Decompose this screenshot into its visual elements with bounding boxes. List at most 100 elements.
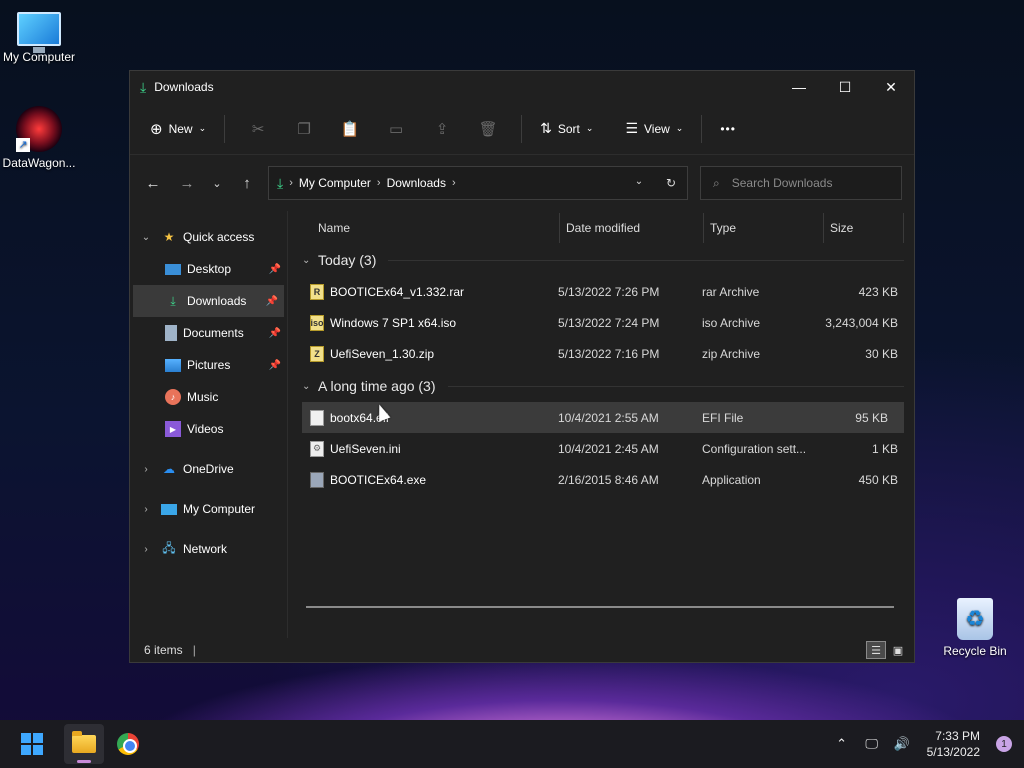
- breadcrumb-my-computer[interactable]: My Computer: [299, 176, 371, 190]
- copy-icon[interactable]: ❐: [288, 113, 320, 145]
- column-header-name[interactable]: Name: [302, 213, 560, 243]
- network-icon[interactable]: 🖵: [861, 736, 883, 752]
- sidebar-item-videos[interactable]: ▶ Videos: [130, 413, 287, 445]
- address-history-chevron-icon[interactable]: ⌄: [623, 176, 655, 190]
- file-size: 450 KB: [858, 472, 898, 487]
- file-row[interactable]: ⚙ UefiSeven.ini 10/4/2021 2:45 AM Configu…: [302, 433, 914, 464]
- volume-icon[interactable]: 🔊: [891, 736, 913, 752]
- breadcrumb-separator-icon: ›: [289, 177, 293, 189]
- new-button[interactable]: ⊕ New ⌄: [142, 114, 214, 144]
- pin-icon[interactable]: 📌: [269, 328, 281, 339]
- search-input[interactable]: [731, 176, 882, 190]
- forward-button[interactable]: →: [172, 168, 202, 198]
- sort-button-label: Sort: [557, 121, 580, 136]
- details-view-icon[interactable]: ☰: [866, 641, 886, 659]
- view-lines-icon: ☰: [625, 120, 638, 136]
- share-icon[interactable]: ⇪: [426, 113, 458, 145]
- file-size: 95 KB: [855, 410, 888, 425]
- sidebar-item-onedrive[interactable]: › ☁ OneDrive: [130, 453, 287, 485]
- sidebar-item-documents[interactable]: Documents 📌: [130, 317, 287, 349]
- column-header-size[interactable]: Size: [824, 213, 904, 243]
- chevron-right-icon[interactable]: ›: [139, 464, 153, 475]
- file-date: 2/16/2015 8:46 AM: [558, 472, 659, 487]
- address-bar[interactable]: ⤓ › My Computer › Downloads › ⌄ ↻: [268, 166, 688, 200]
- cloud-icon: ☁: [163, 462, 175, 476]
- breadcrumb-downloads[interactable]: Downloads: [387, 176, 446, 190]
- sidebar-item-pictures[interactable]: Pictures 📌: [130, 349, 287, 381]
- pin-icon[interactable]: 📌: [269, 264, 281, 275]
- more-options-button[interactable]: •••: [712, 116, 744, 142]
- file-name: UefiSeven.ini: [330, 441, 401, 456]
- search-box[interactable]: ⌕: [700, 166, 902, 200]
- toolbar-divider: [224, 114, 226, 143]
- chevron-down-icon: ⌄: [585, 123, 594, 133]
- group-header-today[interactable]: ⌄ Today (3): [302, 244, 914, 276]
- file-name: UefiSeven_1.30.zip: [330, 346, 435, 361]
- column-header-type[interactable]: Type: [704, 213, 824, 243]
- recent-locations-button[interactable]: ⌄: [202, 168, 232, 198]
- file-list: Name Date modified Type Size ⌄ Today (3)…: [288, 211, 914, 638]
- monitor-icon: [161, 503, 177, 515]
- chevron-right-icon[interactable]: ›: [139, 504, 153, 515]
- sidebar-item-downloads[interactable]: ⤓ Downloads 📌: [133, 285, 284, 317]
- chevron-right-icon[interactable]: ›: [139, 544, 153, 555]
- column-header-date[interactable]: Date modified: [560, 213, 704, 243]
- chevron-up-icon[interactable]: ⌃: [831, 736, 853, 752]
- file-type: EFI File: [702, 410, 744, 425]
- refresh-icon[interactable]: ↻: [655, 176, 687, 190]
- taskbar-chrome[interactable]: [108, 724, 148, 764]
- view-button[interactable]: ☰ View ⌄: [617, 114, 691, 143]
- group-divider: [388, 259, 904, 261]
- clock-time: 7:33 PM: [935, 729, 980, 743]
- file-explorer-window: ⤓ Downloads — ☐ ✕ ⊕ New ⌄ ✂ ❐ 📋 ▭ ⇪ 🗑 ⇅ …: [129, 70, 915, 663]
- back-button[interactable]: ←: [138, 168, 168, 198]
- monitor-icon: [17, 12, 61, 53]
- sidebar-item-desktop[interactable]: Desktop 📌: [130, 253, 287, 285]
- breadcrumb-separator-icon: ›: [451, 177, 456, 189]
- group-label: Today (3): [318, 252, 377, 268]
- desktop-icon-my-computer[interactable]: My Computer: [0, 12, 81, 64]
- clock[interactable]: 7:33 PM 5/13/2022: [927, 728, 980, 760]
- system-tray: ⌃ 🖵 🔊 7:33 PM 5/13/2022 1: [831, 728, 1024, 760]
- sidebar-item-music[interactable]: ♪ Music: [130, 381, 287, 413]
- horizontal-scrollbar[interactable]: [306, 606, 894, 608]
- status-separator: |: [192, 643, 196, 657]
- start-button[interactable]: [12, 724, 52, 764]
- minimize-button[interactable]: —: [776, 71, 822, 103]
- toolbar-divider: [521, 114, 523, 143]
- pin-icon[interactable]: 📌: [266, 296, 278, 307]
- file-row[interactable]: Z UefiSeven_1.30.zip 5/13/2022 7:16 PM zi…: [302, 338, 914, 369]
- chevron-down-icon: ⌄: [198, 123, 207, 133]
- sidebar-item-network[interactable]: › 🖧 Network: [130, 533, 287, 565]
- notification-badge[interactable]: 1: [996, 736, 1012, 752]
- desktop-icon-recycle-bin[interactable]: ♻ Recycle Bin: [933, 598, 1017, 658]
- file-row[interactable]: R BOOTICEx64_v1.332.rar 5/13/2022 7:26 PM…: [302, 276, 914, 307]
- new-button-label: New: [168, 121, 193, 136]
- file-row[interactable]: iso Windows 7 SP1 x64.iso 5/13/2022 7:24 …: [302, 307, 914, 338]
- desktop-icon-datawagon[interactable]: ↗ DataWagon...: [0, 106, 81, 170]
- file-type: Configuration sett...: [702, 441, 807, 456]
- file-row[interactable]: BOOTICEx64.exe 2/16/2015 8:46 AM Applica…: [302, 464, 914, 495]
- file-type: rar Archive: [702, 284, 760, 299]
- taskbar-file-explorer[interactable]: [64, 724, 104, 764]
- maximize-button[interactable]: ☐: [822, 71, 868, 103]
- file-date: 10/4/2021 2:55 AM: [558, 410, 659, 425]
- file-row[interactable]: bootx64.efi 10/4/2021 2:55 AM EFI File 9…: [302, 402, 904, 433]
- music-icon: ♪: [165, 389, 181, 405]
- tiles-view-icon[interactable]: ▣: [888, 641, 908, 659]
- up-button[interactable]: ↑: [232, 168, 262, 198]
- group-header-long-ago[interactable]: ⌄ A long time ago (3): [302, 370, 914, 402]
- sort-button[interactable]: ⇅ Sort ⌄: [532, 114, 601, 143]
- close-button[interactable]: ✕: [868, 71, 914, 103]
- pin-icon[interactable]: 📌: [269, 360, 281, 371]
- chevron-down-icon[interactable]: ⌄: [139, 232, 153, 243]
- title-bar[interactable]: ⤓ Downloads — ☐ ✕: [130, 71, 914, 103]
- paste-icon[interactable]: 📋: [334, 113, 366, 145]
- rename-icon[interactable]: ▭: [380, 113, 412, 145]
- sidebar-item-quick-access[interactable]: ⌄ ★ Quick access: [130, 221, 287, 253]
- delete-icon[interactable]: 🗑: [472, 113, 504, 145]
- sidebar-item-my-computer[interactable]: › My Computer: [130, 493, 287, 525]
- file-size: 1 KB: [871, 441, 898, 456]
- cut-icon[interactable]: ✂: [242, 113, 274, 145]
- datawagon-icon: ↗: [16, 106, 62, 152]
